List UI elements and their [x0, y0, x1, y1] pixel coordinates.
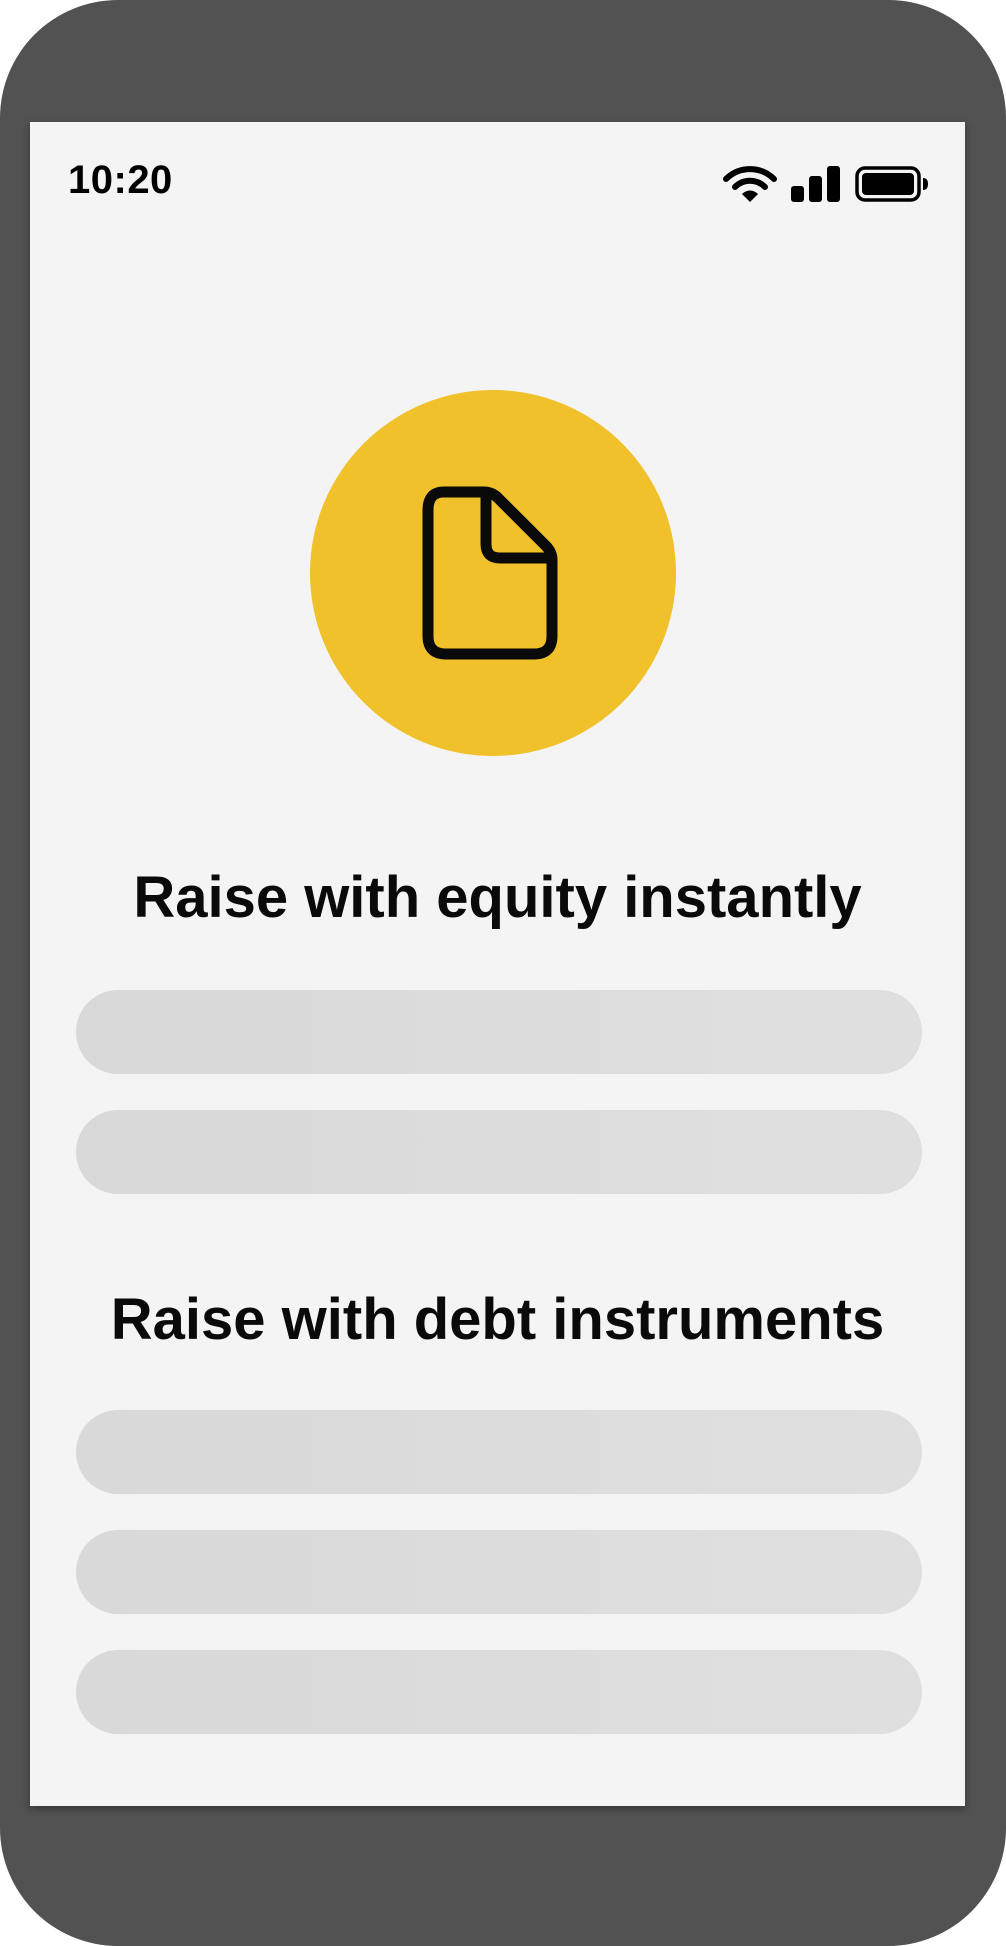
equity-option-placeholder[interactable] — [76, 990, 922, 1074]
hero-icon-circle — [310, 390, 676, 756]
wifi-icon — [723, 164, 777, 204]
status-time: 10:20 — [68, 158, 173, 202]
document-icon — [422, 486, 558, 660]
debt-option-placeholder[interactable] — [76, 1530, 922, 1614]
debt-option-placeholder[interactable] — [76, 1410, 922, 1494]
equity-options-list — [76, 990, 922, 1230]
debt-options-list — [76, 1410, 922, 1770]
section-title-debt: Raise with debt instruments — [110, 1287, 885, 1352]
debt-option-placeholder[interactable] — [76, 1650, 922, 1734]
phone-frame: 10:20 Raise with equity instantly Raise … — [0, 0, 1006, 1946]
screen: 10:20 Raise with equity instantly Raise … — [30, 122, 965, 1806]
battery-icon — [855, 166, 929, 202]
cellular-signal-icon — [791, 166, 841, 202]
equity-option-placeholder[interactable] — [76, 1110, 922, 1194]
section-title-equity: Raise with equity instantly — [133, 865, 862, 930]
status-icons — [723, 162, 929, 206]
status-bar: 10:20 — [30, 122, 965, 242]
